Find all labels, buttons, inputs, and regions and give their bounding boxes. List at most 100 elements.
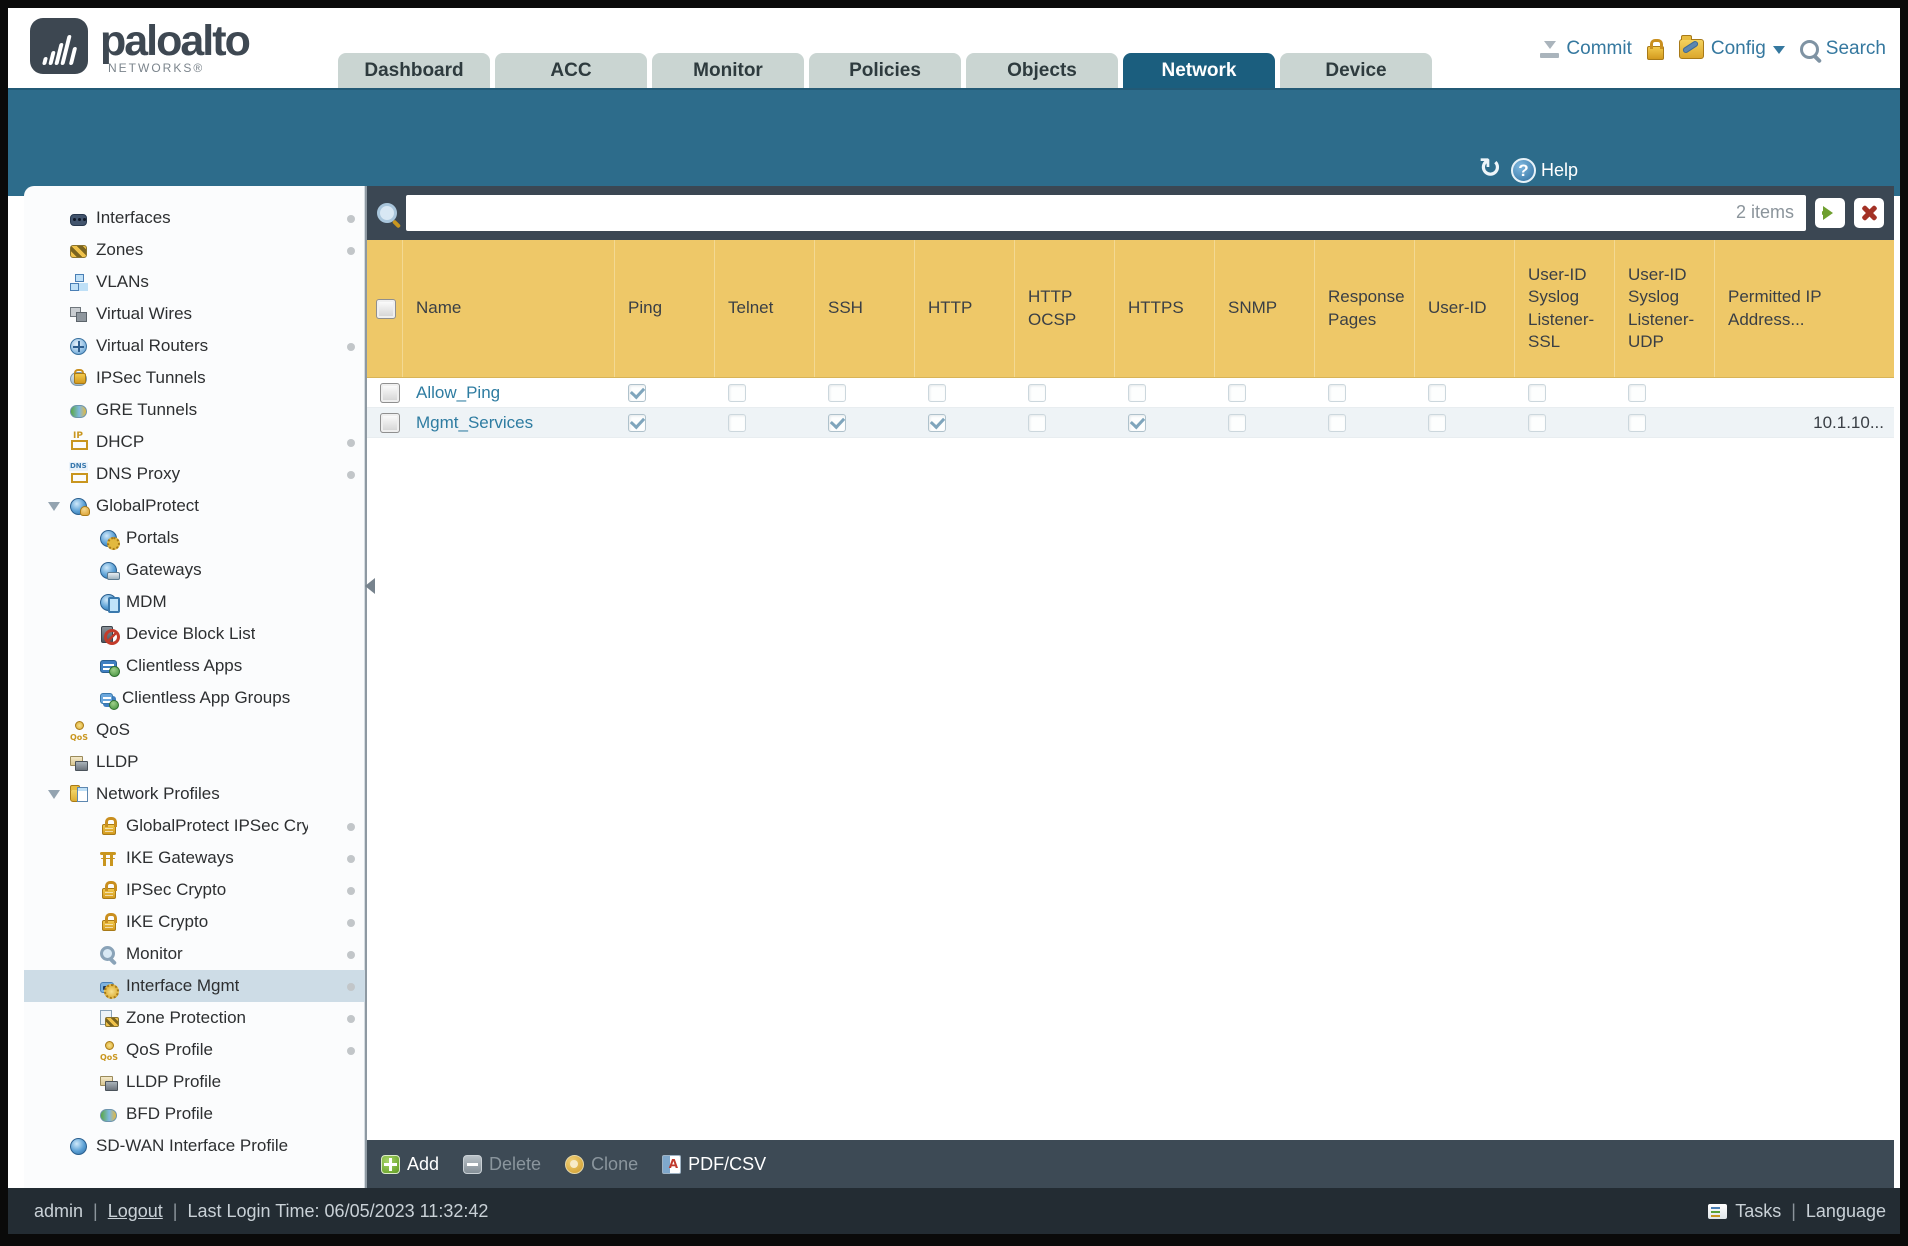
sidebar-item-clientless-apps[interactable]: Clientless Apps — [24, 650, 365, 682]
sidebar-item-label: QoS — [96, 720, 131, 739]
sidebar-item-label: Portals — [126, 528, 179, 547]
config-button[interactable]: Config — [1678, 35, 1785, 60]
expand-arrow-icon[interactable] — [48, 790, 60, 805]
lock-icon[interactable] — [1646, 38, 1664, 60]
sidebar-item-ipsec-tunnels[interactable]: IPSec Tunnels — [24, 362, 365, 394]
sidebar-item-dhcp[interactable]: DHCP — [24, 426, 365, 458]
ipsec-tunnels-icon — [70, 369, 87, 386]
logout-link[interactable]: Logout — [108, 1201, 163, 1222]
column-header-ping[interactable]: Ping — [615, 240, 715, 377]
vlans-icon — [70, 273, 87, 291]
pdf-csv-button[interactable]: PDF/CSV — [662, 1154, 766, 1175]
sidebar-item-qos[interactable]: QoS — [24, 714, 365, 746]
expand-arrow-icon[interactable] — [48, 502, 60, 517]
sidebar-item-globalprotect[interactable]: GlobalProtect — [24, 490, 365, 522]
snmp-cell — [1215, 413, 1315, 432]
column-header-permitted-ip-address[interactable]: Permitted IP Address... — [1715, 240, 1894, 377]
commit-label: Commit — [1566, 38, 1632, 59]
interface-mgmt-icon — [100, 981, 119, 999]
clientless-app-groups-icon — [100, 692, 119, 710]
select-all-checkbox[interactable] — [376, 298, 396, 319]
tab-monitor[interactable]: Monitor — [652, 53, 804, 88]
help-button[interactable]: Help — [1510, 158, 1578, 183]
global-search-button[interactable]: Search — [1799, 38, 1886, 60]
sidebar-item-zones[interactable]: Zones — [24, 234, 365, 266]
sidebar-item-clientless-app-groups[interactable]: Clientless App Groups — [24, 682, 365, 714]
filter-input[interactable] — [406, 195, 1806, 231]
bottom-toolbar: Add Delete Clone PDF/CSV — [367, 1140, 1894, 1188]
tasks-button[interactable]: Tasks — [1735, 1201, 1781, 1222]
sidebar-item-label: Clientless Apps — [126, 656, 243, 675]
sidebar-item-ike-gateways[interactable]: IKE Gateways — [24, 842, 365, 874]
item-dot — [347, 1047, 355, 1055]
mdm-icon — [100, 593, 120, 613]
tab-network[interactable]: Network — [1123, 53, 1275, 88]
sidebar-item-monitor[interactable]: Monitor — [24, 938, 365, 970]
clear-filter-button[interactable] — [1854, 198, 1884, 228]
apply-filter-button[interactable] — [1815, 198, 1845, 228]
tab-device[interactable]: Device — [1280, 53, 1432, 88]
sidebar-item-dns-proxy[interactable]: DNS Proxy — [24, 458, 365, 490]
sidebar-item-ike-crypto[interactable]: IKE Crypto — [24, 906, 365, 938]
column-header-snmp[interactable]: SNMP — [1215, 240, 1315, 377]
tab-dashboard[interactable]: Dashboard — [338, 53, 490, 88]
sidebar-item-gateways[interactable]: Gateways — [24, 554, 365, 586]
add-button[interactable]: Add — [381, 1154, 439, 1175]
sidebar-item-interface-mgmt[interactable]: Interface Mgmt — [24, 970, 365, 1002]
row-select-checkbox[interactable] — [380, 382, 400, 403]
status-bar: admin | Logout | Last Login Time: 06/05/… — [8, 1188, 1900, 1234]
https-cell — [1115, 383, 1215, 402]
sidebar-item-virtual-wires[interactable]: Virtual Wires — [24, 298, 365, 330]
sidebar-item-interfaces[interactable]: Interfaces — [24, 202, 365, 234]
qos-profile-icon — [100, 1040, 118, 1062]
row-select-checkbox[interactable] — [380, 412, 400, 433]
sidebar-item-bfd-profile[interactable]: BFD Profile — [24, 1098, 365, 1130]
sidebar-item-globalprotect-ipsec-crypto[interactable]: GlobalProtect IPSec Crypto — [24, 810, 365, 842]
column-header-response-pages[interactable]: Response Pages — [1315, 240, 1415, 377]
sidebar-collapse-handle[interactable] — [357, 578, 375, 594]
refresh-icon[interactable] — [1476, 154, 1504, 182]
sidebar-item-lldp-profile[interactable]: LLDP Profile — [24, 1066, 365, 1098]
sidebar-item-qos-profile[interactable]: QoS Profile — [24, 1034, 365, 1066]
sidebar-item-virtual-routers[interactable]: Virtual Routers — [24, 330, 365, 362]
tab-acc[interactable]: ACC — [495, 53, 647, 88]
telnet-cell — [715, 413, 815, 432]
sidebar-item-portals[interactable]: Portals — [24, 522, 365, 554]
column-header-label: Permitted IP Address... — [1728, 287, 1822, 329]
column-header-ssh[interactable]: SSH — [815, 240, 915, 377]
sidebar-item-label: Device Block List — [126, 624, 256, 643]
tab-policies[interactable]: Policies — [809, 53, 961, 88]
config-label: Config — [1710, 38, 1766, 59]
column-header-https[interactable]: HTTPS — [1115, 240, 1215, 377]
search-label: Search — [1825, 38, 1886, 59]
profile-name-link[interactable]: Mgmt_Services — [416, 413, 533, 433]
sidebar-item-zone-protection[interactable]: Zone Protection — [24, 1002, 365, 1034]
commit-icon — [1540, 40, 1560, 58]
sidebar-item-network-profiles[interactable]: Network Profiles — [24, 778, 365, 810]
column-header-name[interactable]: Name — [403, 240, 615, 377]
bfd-profile-icon — [100, 1109, 117, 1122]
sidebar-item-label: Zone Protection — [126, 1008, 247, 1027]
tab-objects[interactable]: Objects — [966, 53, 1118, 88]
profile-name-link[interactable]: Allow_Ping — [416, 383, 500, 403]
sidebar-item-mdm[interactable]: MDM — [24, 586, 365, 618]
user-id-checkbox — [1428, 383, 1446, 402]
sidebar-item-ipsec-crypto[interactable]: IPSec Crypto — [24, 874, 365, 906]
column-header-http-ocsp[interactable]: HTTP OCSP — [1015, 240, 1115, 377]
commit-button[interactable]: Commit — [1540, 38, 1632, 60]
language-button[interactable]: Language — [1806, 1201, 1886, 1222]
sidebar-item-gre-tunnels[interactable]: GRE Tunnels — [24, 394, 365, 426]
sidebar-item-sd-wan-interface-profile[interactable]: SD-WAN Interface Profile — [24, 1130, 365, 1162]
response-pages-checkbox — [1328, 413, 1346, 432]
delete-icon — [463, 1154, 483, 1174]
column-header-user-id-syslog-listener-udp[interactable]: User-ID Syslog Listener-UDP — [1615, 240, 1715, 377]
gre-tunnels-icon — [70, 405, 87, 418]
column-header-user-id[interactable]: User-ID — [1415, 240, 1515, 377]
column-header-telnet[interactable]: Telnet — [715, 240, 815, 377]
column-header-user-id-syslog-listener-ssl[interactable]: User-ID Syslog Listener-SSL — [1515, 240, 1615, 377]
sidebar-item-device-block-list[interactable]: Device Block List — [24, 618, 365, 650]
sidebar-item-vlans[interactable]: VLANs — [24, 266, 365, 298]
user-id-syslog-listener-udp-cell — [1615, 383, 1715, 402]
column-header-http[interactable]: HTTP — [915, 240, 1015, 377]
sidebar-item-lldp[interactable]: LLDP — [24, 746, 365, 778]
